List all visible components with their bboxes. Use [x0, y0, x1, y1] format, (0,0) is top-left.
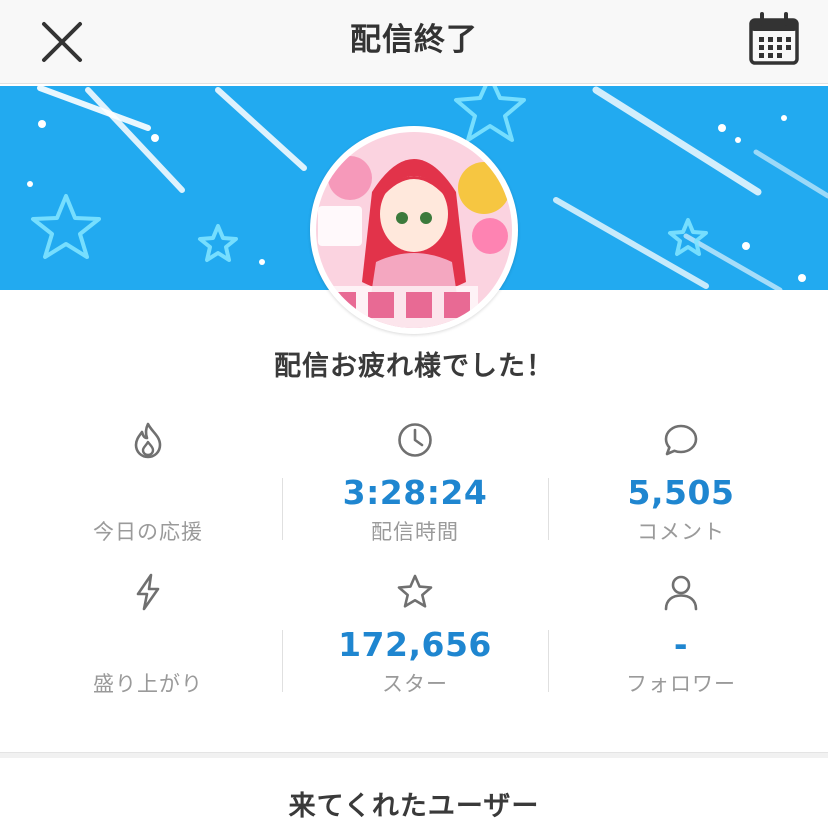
section-separator — [0, 752, 828, 758]
stat-value: - — [673, 625, 689, 664]
visitors-section-title: 来てくれたユーザー — [288, 791, 540, 822]
star-icon — [397, 574, 433, 608]
avatar-image — [316, 132, 512, 328]
stat-comments: 5,505 コメント — [548, 420, 814, 546]
stat-label: 今日の応援 — [93, 520, 203, 544]
flame-icon — [134, 422, 162, 459]
avatar — [310, 126, 518, 334]
lightning-icon — [136, 573, 160, 611]
clock-icon — [398, 423, 432, 457]
stat-excitement: 盛り上がり — [15, 572, 281, 698]
stat-support: 今日の応援 — [15, 420, 281, 546]
thanks-message: 配信お疲れ様でした！ — [274, 351, 554, 382]
stat-label: 配信時間 — [371, 520, 459, 544]
stat-label: 盛り上がり — [93, 672, 203, 696]
stat-duration: 3:28:24 配信時間 — [282, 420, 548, 546]
stat-label: フォロワー — [626, 672, 736, 696]
stat-followers: - フォロワー — [548, 572, 814, 698]
stat-label: コメント — [637, 520, 725, 544]
stat-label: スター — [382, 672, 448, 696]
stat-value: 3:28:24 — [342, 473, 488, 512]
stat-stars: 172,656 スター — [282, 572, 548, 698]
stat-value — [15, 624, 281, 666]
calendar-icon — [749, 12, 799, 65]
calendar-button[interactable] — [748, 12, 800, 66]
comment-icon — [664, 424, 698, 456]
header-bar: 配信終了 — [0, 0, 828, 84]
stat-value: 172,656 — [338, 625, 492, 664]
stat-value: 5,505 — [627, 473, 735, 512]
stat-value — [15, 472, 281, 514]
page-title: 配信終了 — [350, 22, 478, 58]
person-icon — [664, 575, 698, 611]
